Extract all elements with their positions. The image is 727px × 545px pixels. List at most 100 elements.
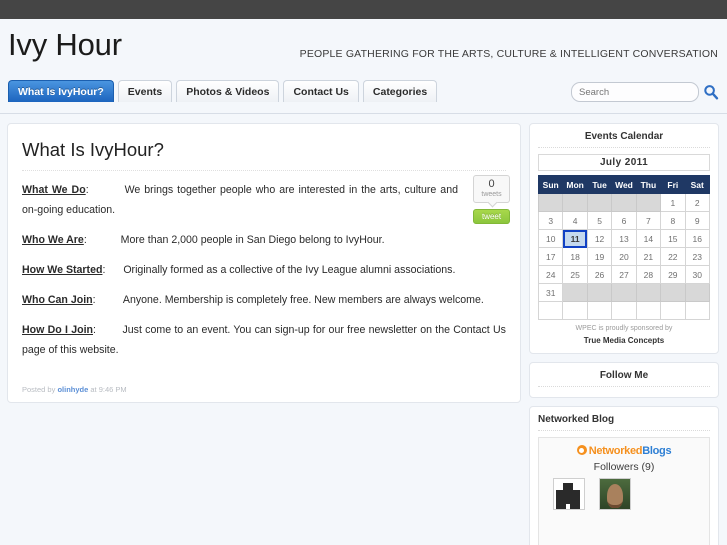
calendar-week-row: 10 11 12 13 14 15 16	[537, 229, 711, 248]
networked-blogs-panel: NetworkedBlogs Followers (9)	[538, 437, 710, 545]
calendar-cell-blank	[660, 301, 686, 320]
calendar-day-16[interactable]: 16	[684, 229, 711, 248]
browser-chrome-bar	[0, 0, 727, 19]
qa-colon: :	[85, 184, 89, 196]
qa-text-how-we-started: Originally formed as a collective of the…	[123, 264, 456, 276]
calendar-weekday-tue: Tue	[586, 175, 613, 194]
calendar-day-9[interactable]: 9	[684, 211, 711, 230]
page-root: Ivy Hour PEOPLE GATHERING FOR THE ARTS, …	[0, 19, 727, 545]
networkedblogs-logo-icon	[576, 445, 587, 455]
calendar-day-13[interactable]: 13	[611, 229, 637, 248]
calendar-cell-blank	[562, 301, 588, 320]
networkedblogs-logo-word1: Networked	[588, 445, 643, 457]
calendar-day-23[interactable]: 23	[684, 247, 711, 266]
calendar-day-31[interactable]: 31	[537, 283, 564, 302]
calendar-day-1[interactable]: 1	[660, 193, 686, 212]
widget-title-follow-me: Follow Me	[538, 370, 710, 387]
calendar-day-25[interactable]: 25	[562, 265, 588, 284]
calendar-weekday-thu: Thu	[635, 175, 662, 194]
calendar-day-17[interactable]: 17	[537, 247, 564, 266]
calendar-day-18[interactable]: 18	[562, 247, 588, 266]
tweet-button[interactable]: tweet	[473, 209, 510, 224]
widget-events-calendar: Events Calendar July 2011 Sun Mon Tue We…	[529, 123, 719, 354]
calendar-weekday-fri: Fri	[660, 175, 686, 194]
qa-row-who-we-are: Who We Are: More than 2,000 people in Sa…	[22, 230, 506, 250]
calendar-body: 1 2 3 4 5 6 7 8 9 10 11 12 13 14 15 16 17 18 19 20 21 22 23 24 2…	[537, 193, 711, 320]
post-footer-suffix: at 9:46 PM	[90, 385, 127, 394]
calendar-day-21[interactable]: 21	[635, 247, 662, 266]
calendar-weekday-row: Sun Mon Tue Wed Thu Fri Sat	[537, 175, 711, 194]
search-area	[571, 82, 720, 102]
calendar-day-24[interactable]: 24	[537, 265, 564, 284]
networked-blogs-followers-label: Followers (9)	[593, 461, 655, 473]
calendar-day-22[interactable]: 22	[660, 247, 686, 266]
calendar-day-2[interactable]: 2	[684, 193, 711, 212]
calendar-cell-blank	[586, 301, 613, 320]
site-tagline: PEOPLE GATHERING FOR THE ARTS, CULTURE &…	[299, 48, 718, 60]
calendar-cell-empty	[611, 283, 637, 302]
nav-tab-list: What Is IvyHour? Events Photos & Videos …	[8, 80, 438, 102]
networkedblogs-logo-word2: Blogs	[642, 445, 672, 457]
qa-label-how-we-started: How We Started	[22, 264, 103, 276]
calendar-cell-blank	[684, 301, 711, 320]
nav-tab-contact-us[interactable]: Contact Us	[283, 80, 359, 102]
qa-label-how-do-i-join: How Do I Join	[22, 324, 93, 336]
nav-tab-categories[interactable]: Categories	[362, 80, 438, 102]
qa-colon: :	[93, 324, 96, 336]
calendar-day-29[interactable]: 29	[660, 265, 686, 284]
calendar-weekday-wed: Wed	[611, 175, 637, 194]
calendar-cell-empty	[562, 283, 588, 302]
calendar-cell-empty	[611, 193, 637, 212]
page-title: What Is IvyHour?	[22, 139, 506, 171]
calendar-day-27[interactable]: 27	[611, 265, 637, 284]
calendar-day-5[interactable]: 5	[586, 211, 613, 230]
calendar-day-10[interactable]: 10	[537, 229, 564, 248]
calendar-week-row: 17 18 19 20 21 22 23	[537, 247, 711, 266]
calendar-table: Sun Mon Tue Wed Thu Fri Sat 1 2 3 4 5 6 7 8 9 10 1…	[537, 175, 711, 320]
calendar-day-3[interactable]: 3	[537, 211, 564, 230]
calendar-weekday-mon: Mon	[562, 175, 588, 194]
calendar-day-7[interactable]: 7	[635, 211, 662, 230]
follower-avatar-1[interactable]	[553, 478, 585, 510]
calendar-day-6[interactable]: 6	[611, 211, 637, 230]
calendar-weekday-sat: Sat	[684, 175, 711, 194]
follower-avatar-2[interactable]	[599, 478, 631, 510]
calendar-day-8[interactable]: 8	[660, 211, 686, 230]
calendar-sponsor-note: WPEC is proudly sponsored by	[575, 325, 673, 332]
search-button[interactable]	[702, 83, 720, 101]
calendar-day-20[interactable]: 20	[611, 247, 637, 266]
nav-tab-events[interactable]: Events	[117, 80, 173, 102]
calendar-cell-empty	[562, 193, 588, 212]
calendar-month-label: July 2011	[538, 154, 710, 171]
calendar-day-14[interactable]: 14	[635, 229, 662, 248]
calendar-cell-blank	[611, 301, 637, 320]
site-title: Ivy Hour	[8, 27, 122, 62]
calendar-cell-blank	[537, 301, 564, 320]
post-author-link[interactable]: olinhyde	[57, 385, 88, 394]
tweet-count-label: tweets	[481, 191, 502, 198]
post-footer-prefix: Posted by	[22, 385, 56, 394]
nav-tab-what-is-ivyhour[interactable]: What Is IvyHour?	[8, 80, 114, 102]
calendar-cell-empty	[586, 193, 613, 212]
widget-title-networked-blog: Networked Blog	[538, 414, 710, 431]
nav-tab-photos-videos[interactable]: Photos & Videos	[176, 80, 280, 102]
qa-label-what-we-do: What We Do	[22, 184, 86, 196]
calendar-sponsor-name: True Media Concepts	[583, 336, 665, 345]
tweet-count-box: 0 tweets	[473, 175, 510, 203]
post-footer: Posted by olinhyde at 9:46 PM	[22, 382, 506, 394]
calendar-day-26[interactable]: 26	[586, 265, 613, 284]
calendar-day-28[interactable]: 28	[635, 265, 662, 284]
calendar-day-30[interactable]: 30	[684, 265, 711, 284]
qa-colon: :	[83, 234, 87, 246]
calendar-week-row: 12	[537, 193, 711, 212]
calendar-day-15[interactable]: 15	[660, 229, 686, 248]
site-header: Ivy Hour PEOPLE GATHERING FOR THE ARTS, …	[0, 19, 727, 80]
calendar-day-12[interactable]: 12	[586, 229, 613, 248]
search-icon	[704, 85, 719, 100]
calendar-day-11[interactable]: 11	[562, 229, 588, 248]
calendar-cell-blank	[635, 301, 662, 320]
widget-follow-me: Follow Me	[529, 362, 719, 398]
search-input[interactable]	[571, 82, 699, 102]
calendar-day-19[interactable]: 19	[586, 247, 613, 266]
calendar-day-4[interactable]: 4	[562, 211, 588, 230]
